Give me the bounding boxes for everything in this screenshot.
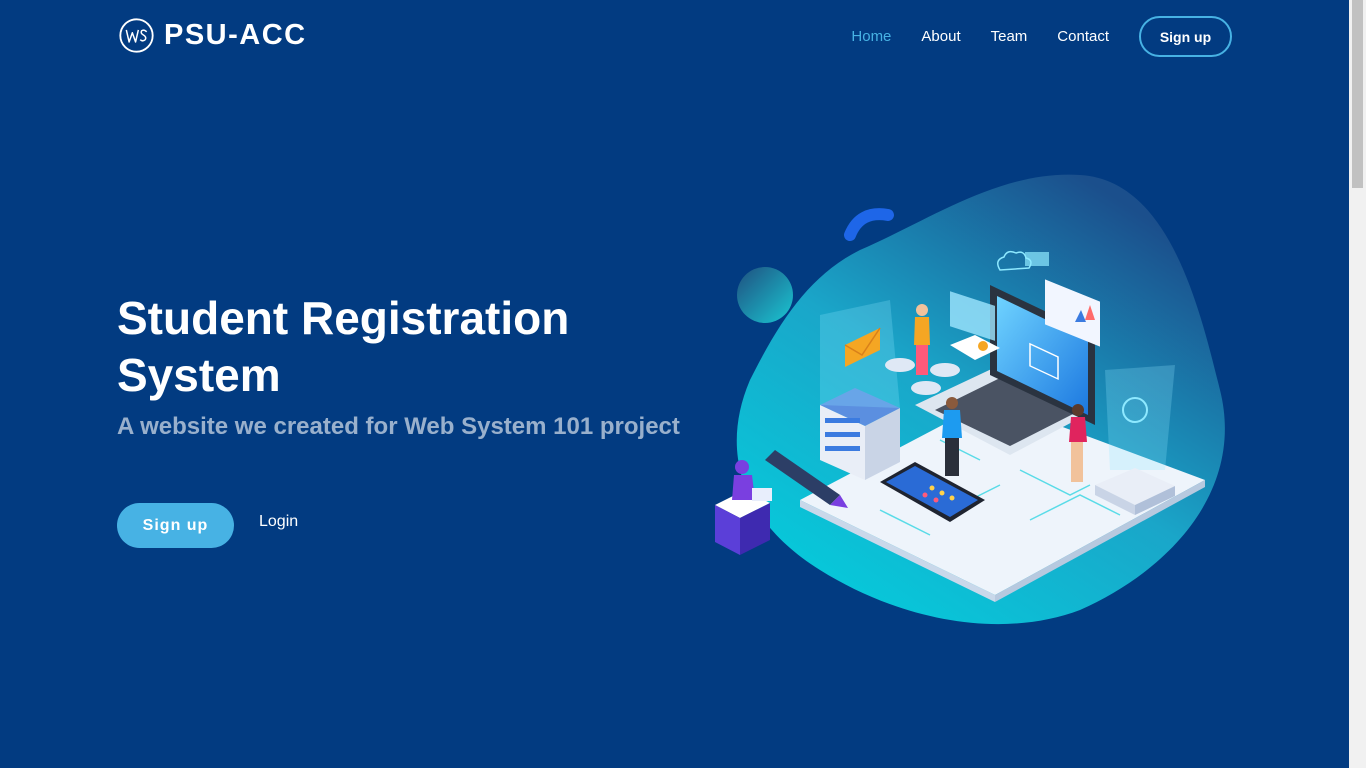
isometric-tech-illustration xyxy=(715,174,1225,625)
main-nav: Home About Team Contact Sign up xyxy=(821,16,1232,57)
nav-signup-button[interactable]: Sign up xyxy=(1139,16,1232,57)
brand-logo[interactable]: PSU-ACC xyxy=(118,16,307,54)
ws-circle-logo-icon xyxy=(119,17,154,53)
nav-team[interactable]: Team xyxy=(991,28,1028,45)
hero-login-link[interactable]: Login xyxy=(259,513,298,531)
small-blob xyxy=(737,267,793,323)
scrollbar-thumb[interactable] xyxy=(1352,0,1363,188)
site-header: PSU-ACC Home About Team Contact Sign up xyxy=(0,0,1349,72)
page-scrollbar[interactable] xyxy=(1349,0,1366,768)
nav-about[interactable]: About xyxy=(921,28,960,45)
nav-home[interactable]: Home xyxy=(851,28,891,45)
hero-signup-button[interactable]: Sign up xyxy=(117,503,234,548)
brand-name: PSU-ACC xyxy=(164,18,307,51)
nav-contact[interactable]: Contact xyxy=(1057,28,1109,45)
hero-title: Student Registration System xyxy=(117,292,570,401)
landing-page: PSU-ACC Home About Team Contact Sign up … xyxy=(0,0,1366,768)
hero-subtitle: A website we created for Web System 101 … xyxy=(117,413,680,440)
blue-arc xyxy=(844,208,894,241)
